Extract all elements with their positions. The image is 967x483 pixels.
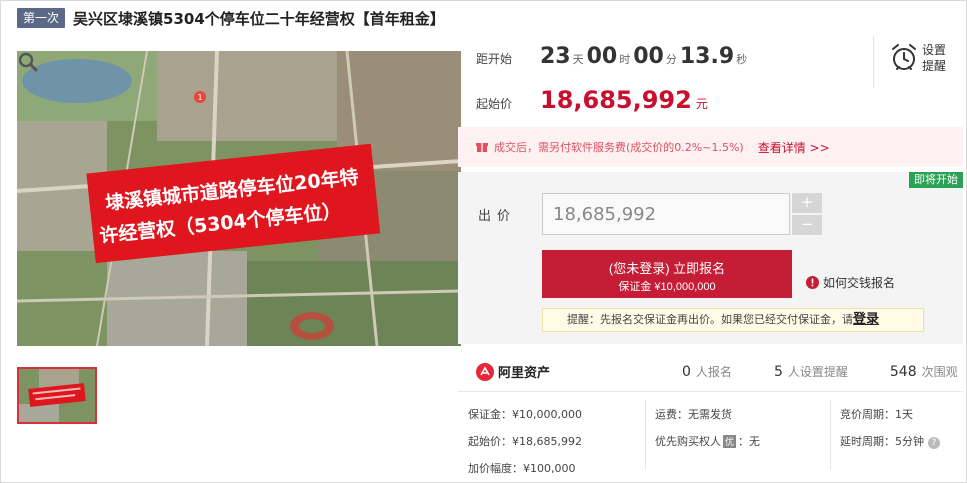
- magnifier-icon[interactable]: [17, 51, 39, 73]
- reminders-count: 5: [773, 364, 783, 380]
- hours-unit: 时: [619, 53, 631, 66]
- priority-badge: 优: [723, 435, 737, 448]
- help-icon[interactable]: ?: [928, 437, 940, 449]
- alarm-clock-icon: [892, 44, 916, 70]
- bid-panel: 即将开始 出价 + − (您未登录) 立即报名 保证金 ¥10,000,000 …: [458, 172, 963, 344]
- bid-cycle-info: 竞价周期：1天: [840, 408, 913, 421]
- how-to-pay-link[interactable]: 如何交钱报名: [806, 274, 895, 291]
- priority-buyer-label: 优先购买权人: [655, 435, 721, 448]
- page-title: 吴兴区埭溪镇5304个停车位二十年经营权【首年租金】: [73, 9, 445, 28]
- delay-cycle-info: 延时周期：5分钟?: [840, 433, 940, 449]
- minutes-unit: 分: [665, 53, 677, 66]
- thumbnail-map: [19, 369, 95, 422]
- status-badge: 即将开始: [909, 172, 963, 188]
- signup-button[interactable]: (您未登录) 立即报名 保证金 ¥10,000,000: [542, 250, 792, 298]
- gift-icon: [476, 143, 488, 152]
- view-details-link[interactable]: 查看详情 >>: [758, 139, 830, 156]
- views-count: 548: [889, 364, 917, 380]
- stats-row: 阿里资产 0 人报名 5 人设置提醒 548 次围观: [458, 352, 963, 392]
- seconds-unit: 秒: [736, 53, 748, 66]
- aerial-map-image: 1 埭溪镇城市道路停车位20年特 许经营权（5304个停车位）: [17, 51, 461, 346]
- signup-deposit-label: 保证金 ¥10,000,000: [618, 281, 716, 293]
- signups-label: 人报名: [695, 365, 732, 379]
- signup-main-label: (您未登录) 立即报名: [608, 261, 726, 276]
- bid-label: 出价: [478, 209, 517, 224]
- signups-stat: 0 人报名: [682, 363, 732, 380]
- divider: [830, 400, 831, 470]
- header: 第一次 吴兴区埭溪镇5304个停车位二十年经营权【首年租金】: [17, 7, 445, 29]
- reminders-stat: 5 人设置提醒: [774, 363, 848, 380]
- service-fee-notice: 成交后，需另付软件服务费(成交价的0.2%~1.5%) 查看详情 >>: [458, 127, 963, 167]
- how-to-pay-text: 如何交钱报名: [823, 276, 896, 290]
- start-price-info: 起始价：¥18,685,992: [468, 435, 582, 448]
- decrease-bid-button[interactable]: −: [792, 215, 822, 235]
- start-price-row: 起始价 18,685,992 元: [476, 86, 708, 116]
- info-icon: [806, 276, 819, 289]
- reminder-line2: 提醒: [922, 59, 947, 73]
- days-unit: 天: [572, 53, 584, 66]
- countdown-label: 距开始: [476, 52, 513, 66]
- reminders-label: 人设置提醒: [787, 365, 848, 379]
- bid-amount-input[interactable]: [542, 193, 790, 235]
- auction-info: 保证金：¥10,000,000 起始价：¥18,685,992 加价幅度：¥10…: [458, 396, 963, 480]
- countdown: 距开始 23 天 00 时 00 分 13.9 秒: [476, 44, 750, 76]
- reminder-label: 设置 提醒: [922, 42, 952, 74]
- increase-bid-button[interactable]: +: [792, 193, 822, 213]
- shipping-info: 运费：无需发货: [655, 408, 732, 421]
- divider: [873, 36, 874, 88]
- thumbnail-image[interactable]: [17, 367, 97, 424]
- login-link[interactable]: 登录: [853, 312, 879, 327]
- reminder-line1: 设置: [922, 43, 947, 57]
- main-image[interactable]: 1 埭溪镇城市道路停车位20年特 许经营权（5304个停车位）: [17, 51, 461, 346]
- login-hint-text: 提醒：先报名交保证金再出价。如果您已经交付保证金，请: [567, 313, 853, 326]
- views-stat: 548 次围观: [890, 363, 958, 380]
- login-hint: 提醒：先报名交保证金再出价。如果您已经交付保证金，请登录: [542, 308, 924, 332]
- deposit-info: 保证金：¥10,000,000: [468, 408, 582, 421]
- views-label: 次围观: [921, 365, 958, 379]
- delay-cycle-text: 延时周期：5分钟: [840, 435, 924, 448]
- countdown-hours: 00: [586, 44, 618, 69]
- priority-buyer-info: 优先购买权人优：无: [655, 433, 760, 449]
- start-price-label: 起始价: [476, 97, 513, 111]
- signups-count: 0: [682, 364, 691, 380]
- brand-name: 阿里资产: [498, 366, 551, 381]
- set-reminder-button[interactable]: 设置 提醒: [890, 42, 956, 78]
- ali-assets-icon: [476, 362, 494, 381]
- increment-info: 加价幅度：¥100,000: [468, 462, 576, 475]
- countdown-days: 23: [540, 44, 571, 69]
- service-fee-text: 成交后，需另付软件服务费(成交价的0.2%~1.5%): [494, 141, 744, 154]
- countdown-seconds: 13.9: [679, 44, 735, 69]
- round-badge: 第一次: [17, 8, 66, 28]
- start-price-unit: 元: [695, 97, 708, 111]
- map-pin-label: 1: [197, 93, 202, 102]
- countdown-minutes: 00: [633, 44, 664, 69]
- start-price-value: 18,685,992: [540, 86, 692, 114]
- divider: [645, 400, 646, 470]
- ali-assets-logo: 阿里资产: [476, 362, 646, 381]
- priority-buyer-value: ：无: [738, 435, 761, 448]
